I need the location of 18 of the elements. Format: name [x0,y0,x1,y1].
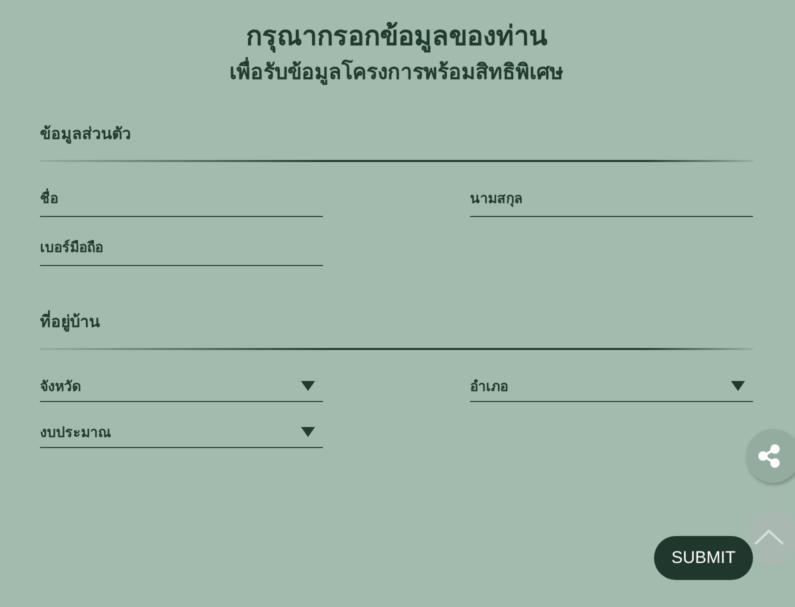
text-field[interactable]: เบอร์มือถือ [40,231,323,266]
dropdown-field[interactable]: จังหวัด [40,370,323,402]
text-field[interactable]: ชื่อ [40,182,323,217]
caret-icon [301,380,315,390]
caret-icon [731,380,745,390]
section-title: ข้อมูลส่วนตัว [40,123,132,146]
form-subtitle: เพื่อรับข้อมูลโครงการพร้อมสิทธิพิเศษ [40,56,753,88]
form-title: กรุณากรอกข้อมูลของท่าน [245,20,548,55]
text-field[interactable]: นามสกุล [470,182,753,217]
share-icon [757,444,781,468]
dropdown-field[interactable]: งบประมาณ [40,416,323,448]
submit-button[interactable]: SUBMIT [654,536,753,580]
caret-icon [301,426,315,436]
share-button[interactable] [746,429,795,483]
dropdown-field[interactable]: อำเภอ [470,370,753,402]
scroll-top-button[interactable] [746,510,795,564]
section-title: ที่อยู่บ้าน [40,310,101,334]
chevron-up-icon [754,529,784,545]
